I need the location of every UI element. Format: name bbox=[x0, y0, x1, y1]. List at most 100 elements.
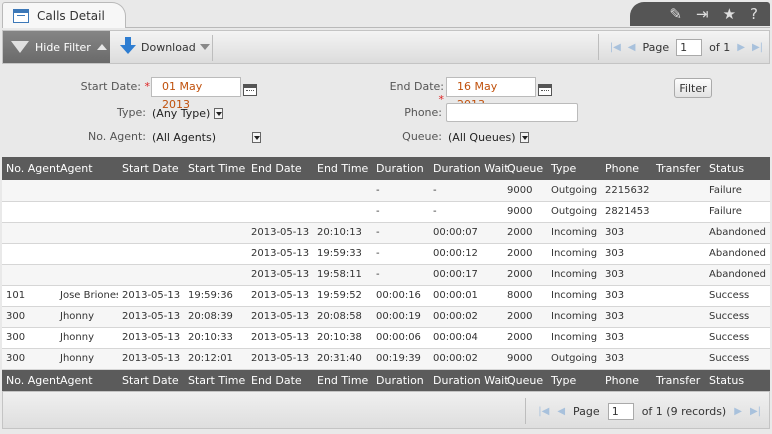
calendar-icon[interactable] bbox=[538, 84, 552, 96]
table-cell bbox=[184, 222, 247, 244]
column-header[interactable]: Duration Wait bbox=[429, 157, 509, 180]
table-cell bbox=[184, 243, 247, 265]
calendar-icon[interactable] bbox=[243, 84, 257, 96]
column-header[interactable]: Start Date bbox=[118, 157, 184, 180]
last-page-icon[interactable]: ▶| bbox=[752, 42, 763, 53]
column-header[interactable]: Agent bbox=[56, 157, 118, 180]
table-cell bbox=[652, 285, 705, 307]
column-header[interactable]: Start Time bbox=[184, 157, 247, 180]
table-row[interactable]: 2013-05-13 19:59:33-00:00:12 2000 Incoming 3… bbox=[2, 243, 770, 265]
table-cell: - bbox=[372, 180, 429, 202]
column-header[interactable]: Duration bbox=[372, 157, 429, 180]
next-page-icon[interactable]: ▶ bbox=[734, 406, 742, 417]
table-cell: Incoming bbox=[547, 306, 601, 328]
start-date-field[interactable]: 01 May 2013 bbox=[151, 77, 241, 111]
column-header[interactable]: Status bbox=[705, 369, 770, 392]
table-cell: Failure bbox=[705, 201, 770, 223]
tab-bar: Calls Detail ✎ ⇥ ★ ? bbox=[2, 2, 770, 28]
next-page-icon[interactable]: ▶ bbox=[737, 42, 745, 53]
column-header[interactable]: No. Agent bbox=[2, 157, 60, 180]
help-icon[interactable]: ? bbox=[750, 6, 758, 22]
end-date-label-wrap: End Date: * bbox=[382, 80, 444, 106]
prev-page-icon[interactable]: ◀ bbox=[557, 406, 565, 417]
last-page-icon[interactable]: ▶| bbox=[750, 406, 761, 417]
window-title: Calls Detail bbox=[37, 8, 105, 23]
page-input[interactable]: 1 bbox=[607, 402, 634, 420]
hide-filter-button[interactable]: Hide Filter bbox=[3, 31, 110, 63]
column-header[interactable]: Start Date bbox=[118, 369, 184, 392]
page-input[interactable]: 1 bbox=[676, 38, 703, 56]
table-cell: 2000 bbox=[503, 264, 547, 286]
column-header[interactable]: Queue bbox=[503, 157, 547, 180]
first-page-icon[interactable]: |◀ bbox=[538, 406, 549, 417]
table-cell: 00:00:19 bbox=[372, 306, 429, 328]
column-header[interactable]: Duration Wait bbox=[429, 369, 509, 392]
table-cell: 2013-05-13 bbox=[247, 348, 313, 370]
pin-icon[interactable]: ⇥ bbox=[696, 6, 709, 22]
first-page-icon[interactable]: |◀ bbox=[610, 42, 621, 53]
filter-button[interactable]: Filter bbox=[674, 78, 712, 98]
table-cell: 300 bbox=[2, 348, 56, 370]
start-date-label-wrap: Start Date: * bbox=[72, 80, 150, 93]
column-header[interactable]: End Date bbox=[247, 369, 313, 392]
table-cell: Incoming bbox=[547, 243, 601, 265]
table-cell: 20:10:13 bbox=[313, 222, 372, 244]
table-cell bbox=[2, 243, 56, 265]
caret-up-icon bbox=[96, 44, 107, 50]
table-cell: 8000 bbox=[503, 285, 547, 307]
prev-page-icon[interactable]: ◀ bbox=[628, 42, 636, 53]
table-cell: 2013-05-13 bbox=[247, 264, 313, 286]
column-header[interactable]: Queue bbox=[503, 369, 547, 392]
table-row[interactable]: - -9000 Outgoing 2215632 Failure bbox=[2, 180, 770, 202]
table-cell: 2013-05-13 bbox=[118, 306, 184, 328]
start-date-label: Start Date: bbox=[80, 80, 141, 93]
column-header[interactable]: Status bbox=[705, 157, 770, 180]
table-row[interactable]: - -9000 Outgoing 2821453 Failure bbox=[2, 201, 770, 223]
end-date-field[interactable]: 16 May 2013 bbox=[446, 77, 536, 111]
table-cell: Success bbox=[705, 348, 770, 370]
table-cell: 00:00:02 bbox=[429, 306, 503, 328]
table-row[interactable]: 300 Jhonny 2013-05-13 20:08:39 2013-05-13 20:… bbox=[2, 306, 770, 328]
table-cell: 2013-05-13 bbox=[247, 306, 313, 328]
record-count: of 1 (9 records) bbox=[641, 404, 727, 418]
report-icon bbox=[13, 8, 29, 23]
column-header[interactable]: Agent bbox=[56, 369, 118, 392]
phone-input[interactable] bbox=[446, 103, 578, 122]
edit-icon[interactable]: ✎ bbox=[669, 6, 682, 22]
table-cell: 2013-05-13 bbox=[247, 243, 313, 265]
table-cell: 2821453 bbox=[601, 201, 652, 223]
table-cell: - bbox=[372, 264, 429, 286]
column-header[interactable]: End Time bbox=[313, 369, 372, 392]
type-select[interactable]: (Any Type) bbox=[152, 104, 224, 122]
column-header[interactable]: Type bbox=[547, 157, 601, 180]
column-header[interactable]: No. Agent bbox=[2, 369, 60, 392]
table-row[interactable]: 2013-05-13 19:58:11-00:00:17 2000 Incoming 3… bbox=[2, 264, 770, 286]
table-cell: Jhonny bbox=[56, 348, 118, 370]
table-row[interactable]: 300 Jhonny 2013-05-13 20:12:01 2013-05-13 20:… bbox=[2, 348, 770, 370]
table-cell: - bbox=[429, 201, 503, 223]
table-cell: 00:00:01 bbox=[429, 285, 503, 307]
column-header[interactable]: Phone bbox=[601, 157, 652, 180]
table-cell: 300 bbox=[2, 306, 56, 328]
tab-calls-detail[interactable]: Calls Detail bbox=[2, 2, 126, 28]
download-button[interactable]: Download bbox=[115, 31, 210, 63]
column-header[interactable]: Duration bbox=[372, 369, 429, 392]
table-row[interactable]: 2013-05-13 20:10:13-00:00:07 2000 Incoming 3… bbox=[2, 222, 770, 244]
favorite-star-icon[interactable]: ★ bbox=[723, 6, 736, 22]
table-cell bbox=[2, 180, 56, 202]
queue-select[interactable]: (All Queues) bbox=[448, 128, 529, 146]
column-header[interactable]: Phone bbox=[601, 369, 652, 392]
table-cell bbox=[247, 180, 313, 202]
column-header[interactable]: Type bbox=[547, 369, 601, 392]
table-row[interactable]: 101 Jose Briones 2013-05-13 19:59:36 2013-05… bbox=[2, 285, 770, 307]
column-header[interactable]: End Date bbox=[247, 157, 313, 180]
table-cell bbox=[313, 201, 372, 223]
column-header[interactable]: Transfer bbox=[652, 157, 705, 180]
column-header[interactable]: End Time bbox=[313, 157, 372, 180]
column-header[interactable]: Transfer bbox=[652, 369, 705, 392]
column-header[interactable]: Start Time bbox=[184, 369, 247, 392]
table-cell: 2013-05-13 bbox=[247, 285, 313, 307]
agent-select[interactable]: (All Agents) bbox=[152, 128, 261, 146]
table-footer-header-row: No. Agent Agent Start Date Start Time En… bbox=[2, 369, 770, 392]
table-row[interactable]: 300 Jhonny 2013-05-13 20:10:33 2013-05-13 20:… bbox=[2, 327, 770, 349]
